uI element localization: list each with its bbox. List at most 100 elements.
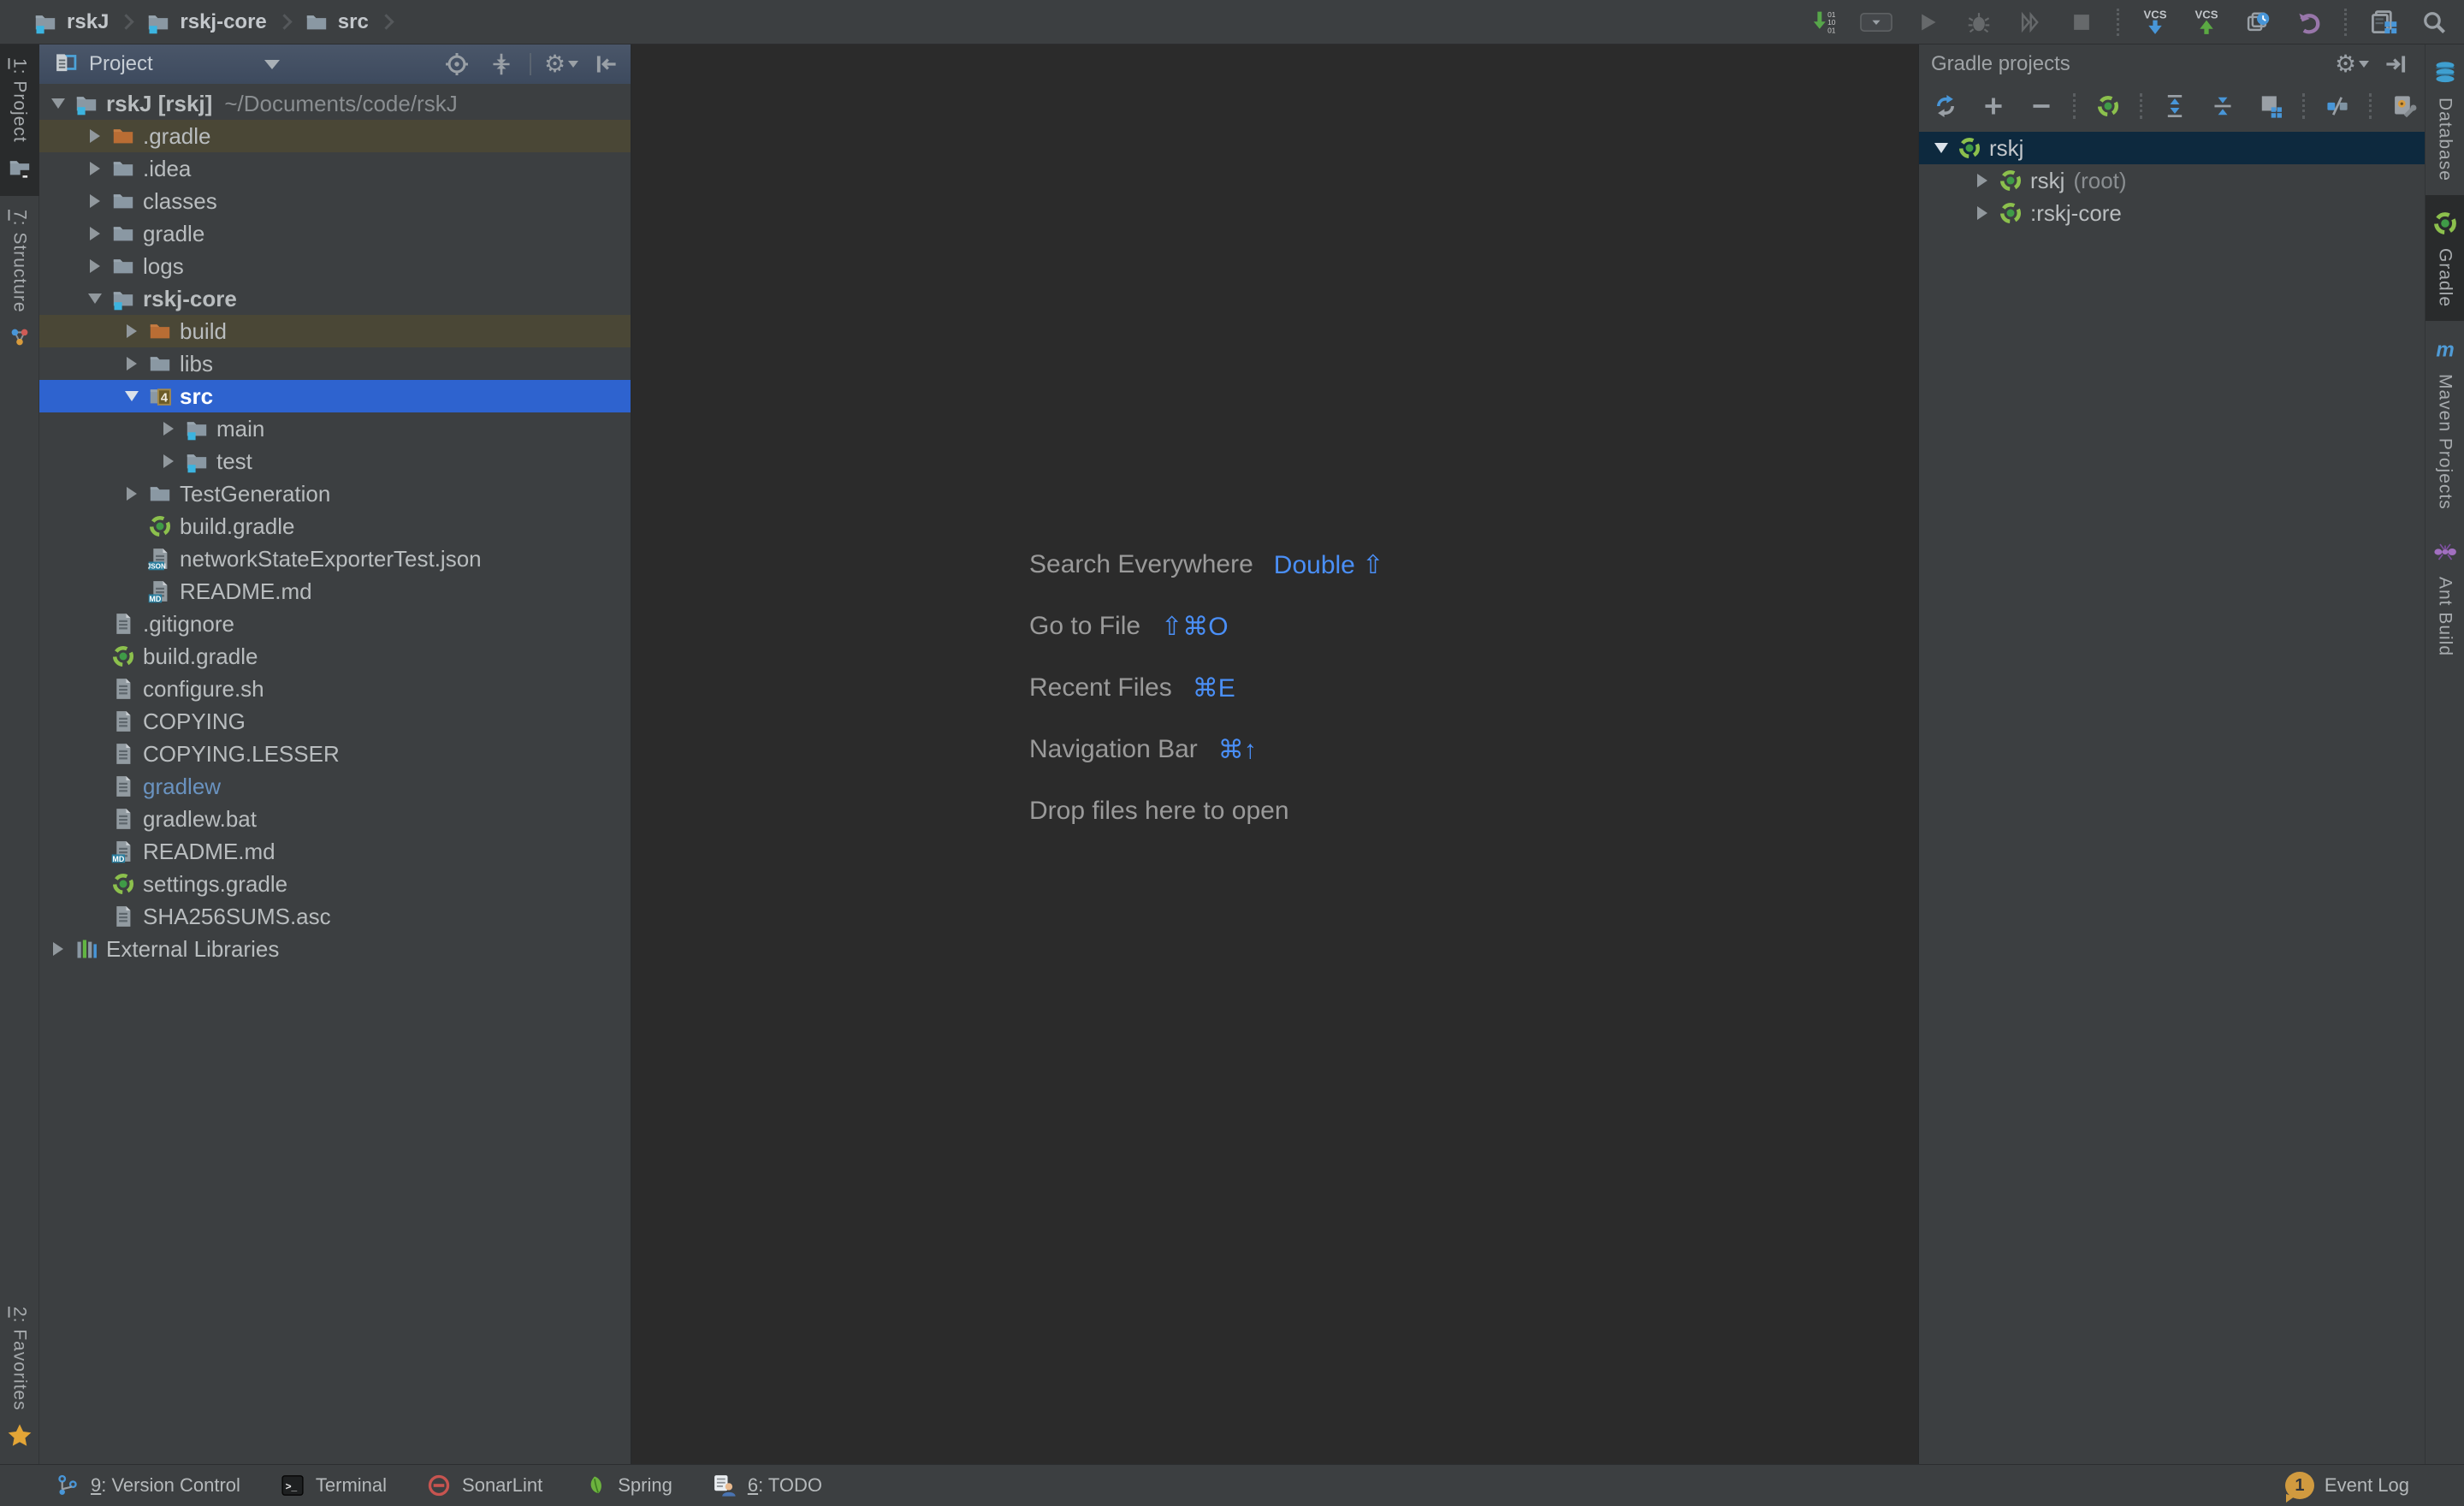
vcs-commit-icon[interactable]: VCS: [2190, 6, 2223, 39]
tree-chevron[interactable]: [81, 250, 109, 282]
tree-row[interactable]: rskj (root): [1919, 164, 2425, 197]
tree-row[interactable]: configure.sh: [39, 673, 631, 705]
tree-row[interactable]: gradlew.bat: [39, 803, 631, 835]
gear-dropdown-icon[interactable]: ⚙: [545, 48, 578, 80]
tree-row[interactable]: build: [39, 315, 631, 347]
tree-chevron[interactable]: [44, 87, 72, 120]
collapse-all-blue-icon[interactable]: [2206, 90, 2239, 122]
tree-chevron[interactable]: [81, 152, 109, 185]
tree-row[interactable]: gradlew: [39, 770, 631, 803]
tree-row[interactable]: gradle: [39, 217, 631, 250]
vcs-update-icon[interactable]: VCS: [2139, 6, 2171, 39]
tree-chevron[interactable]: [118, 543, 145, 575]
tree-row[interactable]: logs: [39, 250, 631, 282]
tree-chevron[interactable]: [118, 477, 145, 510]
gradle-icon[interactable]: [2092, 90, 2124, 122]
tree-row[interactable]: .gradle: [39, 120, 631, 152]
status-bar-button[interactable]: SonarLint: [424, 1471, 542, 1500]
tree-chevron[interactable]: [118, 347, 145, 380]
tree-chevron[interactable]: [155, 445, 182, 477]
tree-row[interactable]: rskJ [rskj] ~/Documents/code/rskJ: [39, 87, 631, 120]
toolwindow-button[interactable]: Gradle: [2426, 195, 2464, 321]
hide-right-icon[interactable]: [2380, 48, 2413, 80]
tree-row[interactable]: test: [39, 445, 631, 477]
breadcrumb-item[interactable]: rskJ: [31, 8, 139, 37]
rollback-icon[interactable]: [2293, 6, 2325, 39]
tree-row[interactable]: rskj-core: [39, 282, 631, 315]
tree-chevron[interactable]: [81, 640, 109, 673]
recent-changes-icon[interactable]: [2242, 6, 2274, 39]
tree-chevron[interactable]: [1969, 197, 1996, 229]
status-bar-button[interactable]: 9: Version Control: [53, 1471, 240, 1500]
tree-chevron[interactable]: [44, 933, 72, 965]
status-bar-button[interactable]: >_ Terminal: [278, 1471, 387, 1500]
tree-row[interactable]: rskj: [1919, 132, 2425, 164]
collapse-all-icon[interactable]: [485, 48, 518, 80]
tree-row[interactable]: build.gradle: [39, 510, 631, 543]
tree-chevron[interactable]: [81, 900, 109, 933]
refresh-icon[interactable]: [1929, 90, 1962, 122]
tree-chevron[interactable]: [81, 608, 109, 640]
breadcrumb-item[interactable]: rskj-core: [144, 8, 296, 37]
toolwindow-button[interactable]: 2: Favorites: [0, 1293, 39, 1464]
stop-icon[interactable]: [2065, 6, 2098, 39]
tree-chevron[interactable]: [118, 315, 145, 347]
toolwindow-button[interactable]: 1: Project: [0, 44, 39, 196]
tree-row[interactable]: 4 src: [39, 380, 631, 412]
debug-icon[interactable]: [1963, 6, 1995, 39]
toggle-offline-icon[interactable]: [2321, 90, 2354, 122]
tree-chevron[interactable]: [118, 575, 145, 608]
tree-row[interactable]: settings.gradle: [39, 868, 631, 900]
hide-left-icon[interactable]: [589, 48, 622, 80]
update-binary-icon[interactable]: 011001: [1809, 6, 1841, 39]
breadcrumb-item[interactable]: src: [302, 8, 399, 37]
toolwindow-button[interactable]: Ant Build: [2426, 524, 2464, 670]
toolwindow-button[interactable]: 7: Structure: [0, 196, 39, 366]
restore-layout-icon[interactable]: [2366, 6, 2399, 39]
tree-row[interactable]: SHA256SUMS.asc: [39, 900, 631, 933]
locate-icon[interactable]: [441, 48, 473, 80]
tree-row[interactable]: classes: [39, 185, 631, 217]
tree-row[interactable]: JSON networkStateExporterTest.json: [39, 543, 631, 575]
status-bar-button[interactable]: Spring: [580, 1471, 672, 1500]
tree-chevron[interactable]: [81, 673, 109, 705]
plus-icon[interactable]: [1977, 90, 2010, 122]
toolwindow-button[interactable]: Database: [2426, 44, 2464, 195]
tree-row[interactable]: COPYING: [39, 705, 631, 738]
tree-chevron[interactable]: [155, 412, 182, 445]
tree-row[interactable]: build.gradle: [39, 640, 631, 673]
tree-chevron[interactable]: [1928, 132, 1955, 164]
tree-chevron[interactable]: [81, 282, 109, 315]
tree-row[interactable]: libs: [39, 347, 631, 380]
minus-icon[interactable]: [2025, 90, 2058, 122]
project-view-selector[interactable]: Project: [51, 50, 280, 79]
tree-row[interactable]: External Libraries: [39, 933, 631, 965]
tree-row[interactable]: main: [39, 412, 631, 445]
tree-chevron[interactable]: [118, 380, 145, 412]
event-log-button[interactable]: 1 Event Log: [2285, 1472, 2464, 1499]
search-icon[interactable]: [2418, 6, 2450, 39]
tree-chevron[interactable]: [118, 510, 145, 543]
tree-chevron[interactable]: [81, 803, 109, 835]
tree-row[interactable]: MD README.md: [39, 835, 631, 868]
tree-row[interactable]: COPYING.LESSER: [39, 738, 631, 770]
coverage-icon[interactable]: [2014, 6, 2046, 39]
tree-row[interactable]: .gitignore: [39, 608, 631, 640]
tree-chevron[interactable]: [81, 770, 109, 803]
tree-row[interactable]: .idea: [39, 152, 631, 185]
gear-dropdown-icon[interactable]: ⚙: [2336, 48, 2368, 80]
tree-row[interactable]: :rskj-core: [1919, 197, 2425, 229]
expand-all-icon[interactable]: [2159, 90, 2191, 122]
run-icon[interactable]: [1911, 6, 1944, 39]
tree-row[interactable]: TestGeneration: [39, 477, 631, 510]
toolwindow-button[interactable]: m Maven Projects: [2426, 321, 2464, 524]
tree-chevron[interactable]: [1969, 164, 1996, 197]
tree-chevron[interactable]: [81, 835, 109, 868]
gradle-settings-icon[interactable]: [2388, 90, 2420, 122]
tree-chevron[interactable]: [81, 868, 109, 900]
tree-row[interactable]: MD README.md: [39, 575, 631, 608]
status-bar-button[interactable]: 6: TODO: [710, 1471, 822, 1500]
tree-chevron[interactable]: [81, 217, 109, 250]
tree-chevron[interactable]: [81, 705, 109, 738]
tree-chevron[interactable]: [81, 185, 109, 217]
